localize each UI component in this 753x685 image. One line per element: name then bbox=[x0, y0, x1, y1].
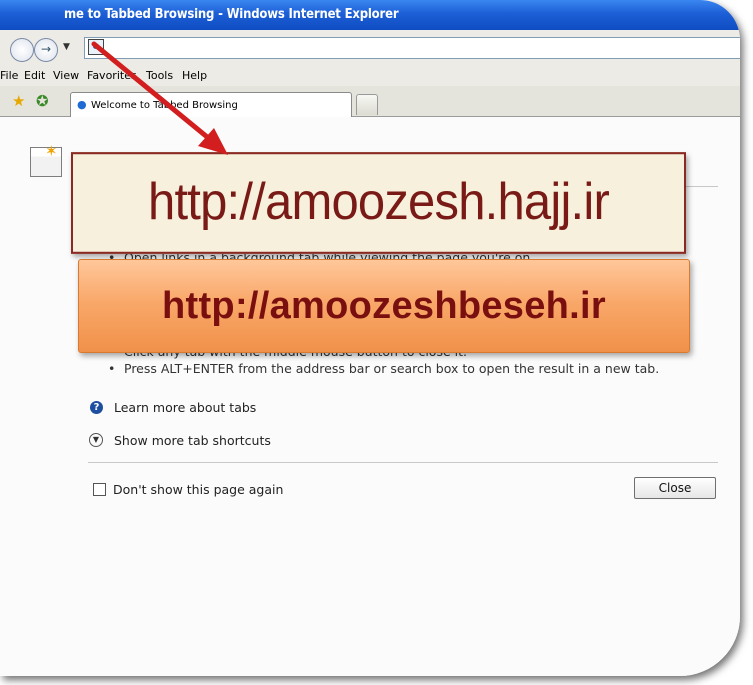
close-button[interactable]: Close bbox=[634, 477, 716, 499]
red-arrow-icon bbox=[91, 41, 228, 155]
dont-show-label: Don't show this page again bbox=[113, 482, 284, 497]
browser-window: me to Tabbed Browsing - Windows Internet… bbox=[0, 0, 740, 676]
help-icon: ? bbox=[90, 401, 103, 414]
dont-show-checkbox[interactable] bbox=[93, 483, 106, 496]
expand-icon[interactable]: ▼ bbox=[89, 433, 103, 447]
learn-more-link[interactable]: Learn more about tabs bbox=[114, 400, 256, 415]
show-more-shortcuts-link[interactable]: Show more tab shortcuts bbox=[114, 433, 271, 448]
footer-divider bbox=[88, 462, 718, 463]
